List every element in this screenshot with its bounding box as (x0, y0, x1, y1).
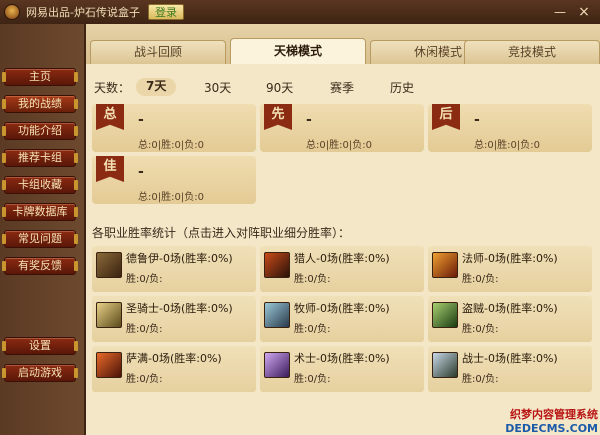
class-card-mage[interactable]: 法师-0场(胜率:0%) 胜:0/负: (428, 246, 592, 292)
summary-flag: 先 (264, 104, 292, 130)
day-option-season[interactable]: 赛季 (330, 79, 354, 96)
summary-value: - (138, 112, 144, 128)
day-option-30[interactable]: 30天 (204, 79, 231, 96)
window-title: 网易出品-炉石传说盒子 (26, 6, 140, 19)
class-card-druid[interactable]: 德鲁伊-0场(胜率:0%) 胜:0/负: (92, 246, 256, 292)
watermark: 织梦内容管理系统 DEDECMS.COM (503, 406, 600, 435)
class-name: 法师-0场(胜率:0%) (462, 252, 558, 265)
class-card-rogue[interactable]: 盗贼-0场(胜率:0%) 胜:0/负: (428, 296, 592, 342)
summary-card-best: 佳 - 总:0|胜:0|负:0 (92, 156, 256, 204)
class-name: 术士-0场(胜率:0%) (294, 352, 390, 365)
class-win-loss: 胜:0/负: (462, 374, 499, 385)
sidebar-item-home[interactable]: 主页 (2, 68, 78, 86)
tab-battle-review[interactable]: 战斗回顾 (90, 40, 226, 64)
class-name: 猎人-0场(胜率:0%) (294, 252, 390, 265)
watermark-line1: 织梦内容管理系统 (503, 406, 600, 422)
class-win-loss: 胜:0/负: (462, 274, 499, 285)
summary-stats: 总:0|胜:0|负:0 (138, 192, 204, 203)
class-name: 战士-0场(胜率:0%) (462, 352, 558, 365)
class-win-loss: 胜:0/负: (126, 324, 163, 335)
sidebar-item-card-database[interactable]: 卡牌数据库 (2, 203, 78, 221)
summary-stats: 总:0|胜:0|负:0 (306, 140, 372, 151)
summary-value: - (138, 164, 144, 180)
sidebar-item-my-record[interactable]: 我的战绩 (2, 95, 78, 113)
sidebar-item-feedback[interactable]: 有奖反馈 (2, 257, 78, 275)
priest-icon (264, 302, 290, 328)
app-logo-icon (4, 4, 20, 20)
day-filter: 天数： 7天 30天 90天 赛季 历史 (86, 76, 600, 98)
class-win-loss: 胜:0/负: (294, 374, 331, 385)
close-icon[interactable]: × (576, 4, 592, 20)
summary-card-first: 先 - 总:0|胜:0|负:0 (260, 104, 424, 152)
class-win-loss: 胜:0/负: (294, 274, 331, 285)
class-card-shaman[interactable]: 萨满-0场(胜率:0%) 胜:0/负: (92, 346, 256, 392)
class-card-warlock[interactable]: 术士-0场(胜率:0%) 胜:0/负: (260, 346, 424, 392)
day-filter-label: 天数： (94, 81, 131, 95)
sidebar-item-faq[interactable]: 常见问题 (2, 230, 78, 248)
title-bar: 网易出品-炉石传说盒子 登录 — × (0, 0, 600, 24)
main-panel: 战斗回顾 天梯模式 休闲模式 竞技模式 天数： 7天 30天 90天 赛季 历史… (84, 24, 600, 435)
warlock-icon (264, 352, 290, 378)
class-win-loss: 胜:0/负: (126, 374, 163, 385)
summary-flag: 佳 (96, 156, 124, 182)
launch-game-button[interactable]: 启动游戏 (2, 364, 78, 382)
class-name: 德鲁伊-0场(胜率:0%) (126, 252, 233, 265)
class-win-loss: 胜:0/负: (126, 274, 163, 285)
class-win-loss: 胜:0/负: (294, 324, 331, 335)
class-win-loss: 胜:0/负: (462, 324, 499, 335)
summary-value: - (306, 112, 312, 128)
tab-ladder[interactable]: 天梯模式 (230, 38, 366, 64)
class-card-warrior[interactable]: 战士-0场(胜率:0%) 胜:0/负: (428, 346, 592, 392)
day-option-history[interactable]: 历史 (390, 79, 414, 96)
summary-value: - (474, 112, 480, 128)
paladin-icon (96, 302, 122, 328)
minimize-icon[interactable]: — (552, 4, 568, 20)
day-option-90[interactable]: 90天 (266, 79, 293, 96)
sidebar-item-deck-collection[interactable]: 卡组收藏 (2, 176, 78, 194)
sidebar-item-features[interactable]: 功能介绍 (2, 122, 78, 140)
class-name: 圣骑士-0场(胜率:0%) (126, 302, 233, 315)
sidebar-item-recommended-decks[interactable]: 推荐卡组 (2, 149, 78, 167)
day-option-7[interactable]: 7天 (136, 78, 177, 96)
class-name: 盗贼-0场(胜率:0%) (462, 302, 558, 315)
hunter-icon (264, 252, 290, 278)
druid-icon (96, 252, 122, 278)
class-card-paladin[interactable]: 圣骑士-0场(胜率:0%) 胜:0/负: (92, 296, 256, 342)
login-button[interactable]: 登录 (147, 4, 184, 20)
summary-card-total: 总 - 总:0|胜:0|负:0 (92, 104, 256, 152)
warrior-icon (432, 352, 458, 378)
tab-arena[interactable]: 竞技模式 (464, 40, 600, 64)
class-name: 牧师-0场(胜率:0%) (294, 302, 390, 315)
settings-button[interactable]: 设置 (2, 337, 78, 355)
class-card-hunter[interactable]: 猎人-0场(胜率:0%) 胜:0/负: (260, 246, 424, 292)
summary-flag: 总 (96, 104, 124, 130)
watermark-line2: DEDECMS.COM (503, 422, 600, 435)
summary-stats: 总:0|胜:0|负:0 (474, 140, 540, 151)
shaman-icon (96, 352, 122, 378)
summary-flag: 后 (432, 104, 460, 130)
mage-icon (432, 252, 458, 278)
class-name: 萨满-0场(胜率:0%) (126, 352, 222, 365)
summary-card-second: 后 - 总:0|胜:0|负:0 (428, 104, 592, 152)
class-stats-title: 各职业胜率统计（点击进入对阵职业细分胜率）： (92, 226, 351, 240)
rogue-icon (432, 302, 458, 328)
sidebar: 主页 我的战绩 功能介绍 推荐卡组 卡组收藏 卡牌数据库 常见问题 有奖反馈 设… (0, 24, 84, 435)
summary-stats: 总:0|胜:0|负:0 (138, 140, 204, 151)
class-card-priest[interactable]: 牧师-0场(胜率:0%) 胜:0/负: (260, 296, 424, 342)
mode-tabs: 战斗回顾 天梯模式 休闲模式 竞技模式 (86, 24, 600, 64)
